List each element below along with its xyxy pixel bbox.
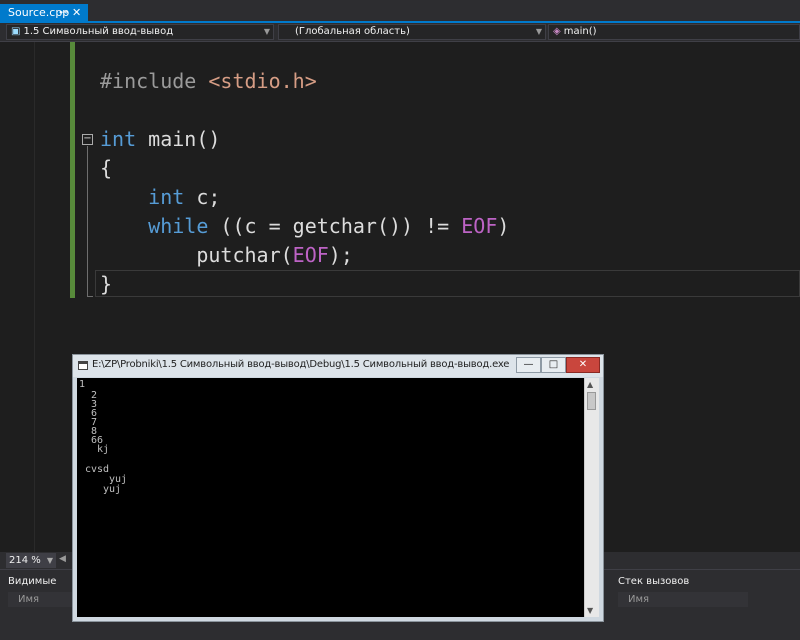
navigation-bar: ▣ 1.5 Символьный ввод-вывод ▼ (Глобальная… [0,23,800,42]
code-token: { [100,156,113,180]
member-dropdown[interactable]: ◈ main() [548,24,800,40]
code-line-4: int c; [100,183,220,211]
pin-icon[interactable]: ⊷ [59,4,68,22]
code-token: int main() [100,127,221,151]
chevron-down-icon: ▼ [263,27,270,36]
maximize-button[interactable]: □ [541,357,566,373]
column-header-name[interactable]: Имя [618,592,748,607]
console-window[interactable]: E:\ZP\Probniki\1.5 Символьный ввод-вывод… [72,354,604,622]
code-line-2: int main() [100,125,220,153]
minimize-button[interactable]: — [516,357,541,373]
zoom-dropdown[interactable]: 214 % ▼ [6,553,56,568]
panel-title: Стек вызовов [618,576,690,587]
scope-dropdown[interactable]: (Глобальная область) ▼ [278,24,546,40]
scope-dropdown-label: (Глобальная область) [295,26,410,37]
project-dropdown-label: 1.5 Символьный ввод-вывод [23,26,174,37]
console-line: cvsd [85,464,110,475]
document-tab-strip: Source.cpp ⊷ ✕ [0,0,800,23]
call-stack-panel: Стек вызовов Имя [610,569,800,640]
editor-margin [34,42,35,552]
zoom-level: 214 % [9,555,41,566]
project-dropdown[interactable]: ▣ 1.5 Символьный ввод-вывод ▼ [6,24,274,40]
collapse-icon[interactable]: − [82,134,93,145]
project-icon: ▣ [11,26,21,37]
code-token: } [100,272,113,296]
tab-source-cpp[interactable]: Source.cpp ⊷ ✕ [0,4,88,22]
outline-line [87,146,88,296]
scroll-up-icon[interactable]: ▲ [587,380,593,389]
code-line-6: putchar(EOF); [100,241,353,269]
scroll-down-icon[interactable]: ▼ [587,606,593,615]
code-token: putchar(EOF); [100,243,353,267]
console-title: E:\ZP\Probniki\1.5 Символьный ввод-вывод… [92,359,510,370]
console-output[interactable]: 1 2 3 6 7 8 66 kj cvsd yuj yuj [77,378,584,617]
outline-line-end [87,296,93,297]
current-line-highlight [95,270,800,297]
console-app-icon[interactable] [78,361,88,370]
scrollbar-thumb[interactable] [587,392,596,410]
console-line: 1 [79,379,86,390]
code-line-7: } [100,270,112,298]
console-titlebar[interactable]: E:\ZP\Probniki\1.5 Символьный ввод-вывод… [73,355,603,377]
code-line-1: #include <stdio.h> [100,67,317,95]
code-line-5: while ((c = getchar()) != EOF) [100,212,509,240]
panel-title: Видимые [8,576,57,587]
method-icon: ◈ [553,26,561,37]
code-token: while ((c = getchar()) != EOF) [148,214,510,238]
console-line: yuj [103,484,122,495]
code-token: int c; [148,185,221,209]
close-button[interactable]: ✕ [566,357,600,373]
change-tracking-bar [70,42,75,298]
scroll-left-icon[interactable]: ◀ [59,554,66,564]
close-icon[interactable]: ✕ [72,4,81,22]
code-token: #include <stdio.h> [100,69,317,93]
console-line: kj [97,444,110,455]
member-dropdown-label: main() [563,26,597,37]
chevron-down-icon: ▼ [46,556,53,565]
chevron-down-icon: ▼ [535,27,542,36]
console-vertical-scrollbar[interactable]: ▲ ▼ [584,378,599,617]
code-line-3: { [100,154,112,182]
